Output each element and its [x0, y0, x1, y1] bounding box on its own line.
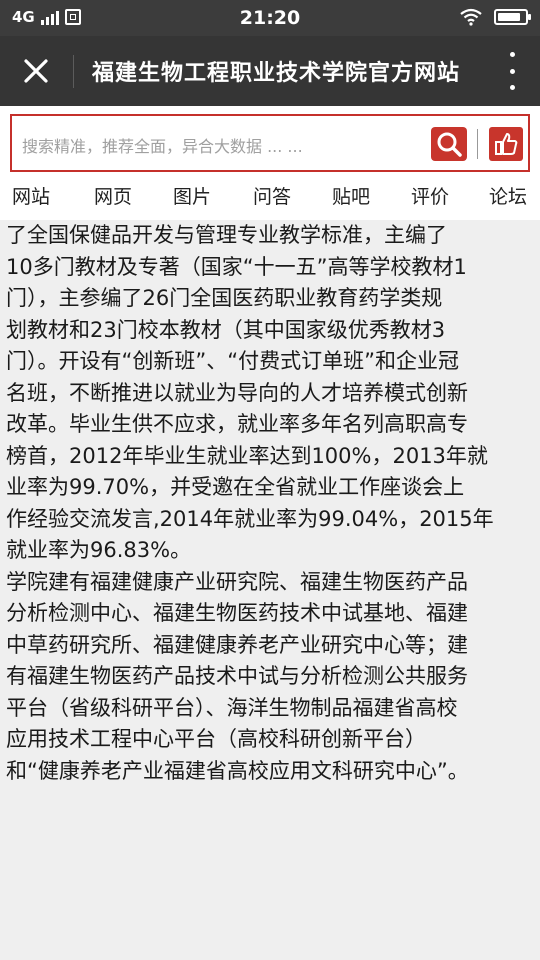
article-line: 分析检测中心、福建生物医药技术中试基地、福建	[6, 601, 468, 625]
article-line: 门）。开设有“创新班”、“付费式订单班”和企业冠	[6, 349, 460, 373]
app-screen: 4G 21:20 福建生物工程职业技术学院官方网站 搜索精准，推荐全面，异合大数…	[0, 0, 540, 960]
page-title: 福建生物工程职业技术学院官方网站	[92, 61, 461, 86]
close-icon[interactable]	[14, 49, 58, 93]
wifi-icon	[460, 8, 482, 26]
article-body: 了全国保健品开发与管理专业教学标准，主编了 10多门教材及专著（国家“十一五”高…	[6, 220, 536, 787]
article-line: 名班，不断推进以就业为导向的人才培养模式创新	[6, 380, 468, 405]
nav-tabs: 网站 网页 图片 问答 贴吧 评价 论坛	[0, 178, 540, 220]
search-icon	[437, 132, 462, 157]
article-line: 平台（省级科研平台）、海洋生物制品福建省高校	[6, 695, 458, 720]
title-bar: 福建生物工程职业技术学院官方网站	[0, 36, 540, 106]
article-line: 应用技术工程中心平台（高校科研创新平台）	[6, 727, 426, 751]
article-line: 门），主参编了26门全国医药职业教育药学类规	[6, 286, 443, 310]
article-paragraph-1: 了全国保健品开发与管理专业教学标准，主编了 10多门教材及专著（国家“十一五”高…	[6, 220, 536, 567]
tab-images[interactable]: 图片	[173, 182, 211, 209]
article-paragraph-2: 学院建有福建健康产业研究院、福建生物医药产品 分析检测中心、福建生物医药技术中试…	[6, 567, 536, 788]
status-bar: 4G 21:20	[0, 0, 540, 36]
article-line: 改革。毕业生供不应求，就业率多年名列高职高专	[6, 412, 468, 436]
article-line: 学院建有福建健康产业研究院、福建生物医药产品	[6, 569, 468, 594]
tab-webpage[interactable]: 网页	[94, 182, 132, 209]
battery-level	[498, 13, 521, 21]
search-separator	[477, 129, 478, 159]
article-line: 有福建生物医药产品技术中试与分析检测公共服务	[6, 664, 468, 688]
title-divider	[73, 55, 74, 88]
article-line: 业率为99.70%，并受邀在全省就业工作座谈会上	[6, 475, 465, 499]
search-placeholder: 搜索精准，推荐全面，异合大数据 ... ...	[22, 137, 303, 156]
tab-tieba[interactable]: 贴吧	[332, 182, 370, 209]
article-line: 了全国保健品开发与管理专业教学标准，主编了	[6, 223, 447, 247]
article-line: 榜首，2012年毕业生就业率达到100%，2013年就	[6, 443, 488, 468]
article-line: 10多门教材及专著（国家“十一五”高等学校教材1	[6, 254, 467, 279]
tab-website[interactable]: 网站	[12, 182, 50, 209]
article-line: 和“健康养老产业福建省高校应用文科研究中心”。	[6, 758, 469, 783]
article-line: 中草药研究所、福建健康养老产业研究中心等；建	[6, 632, 468, 657]
thumbs-up-button[interactable]	[489, 127, 523, 161]
clock: 21:20	[239, 7, 301, 29]
status-right	[460, 8, 531, 26]
article-line: 划教材和23门校本教材（其中国家级优秀教材3	[6, 317, 446, 342]
article-line: 作经验交流发言,2014年就业率为99.04%，2015年	[6, 506, 494, 531]
search-area: 搜索精准，推荐全面，异合大数据 ... ... 网站 网页 图片 问答 贴吧 评…	[0, 106, 540, 220]
battery-icon	[494, 9, 531, 25]
tab-forum[interactable]: 论坛	[489, 182, 527, 209]
tab-reviews[interactable]: 评价	[411, 182, 449, 209]
tab-qa[interactable]: 问答	[253, 182, 291, 209]
search-input[interactable]: 搜索精准，推荐全面，异合大数据 ... ...	[10, 114, 530, 172]
thumbs-up-icon	[495, 133, 518, 155]
more-vertical-icon[interactable]	[504, 52, 520, 90]
search-button[interactable]	[431, 127, 467, 161]
article-line: 就业率为96.83%。	[6, 538, 192, 562]
